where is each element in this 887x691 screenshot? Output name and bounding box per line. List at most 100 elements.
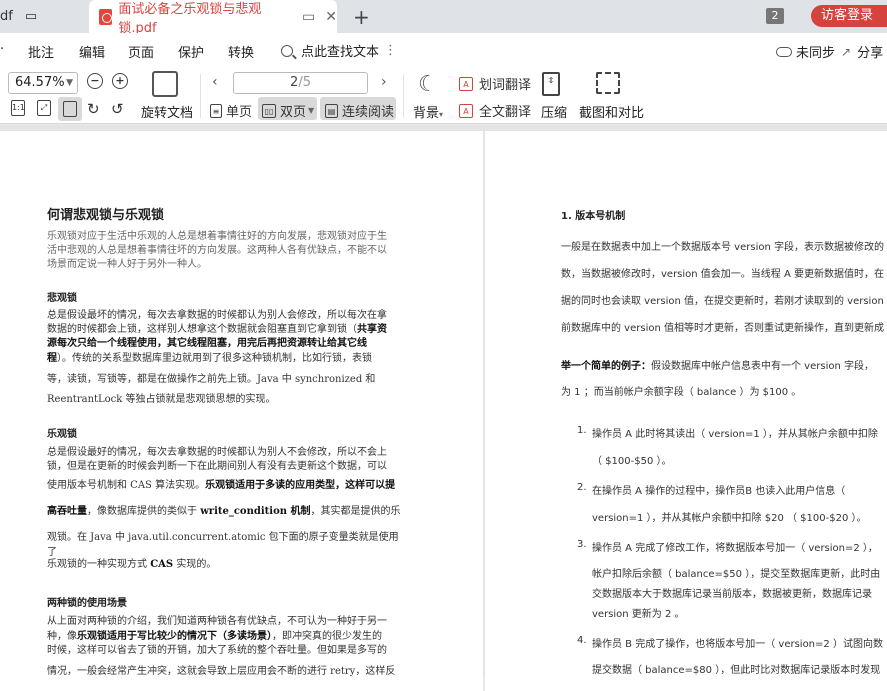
intro-line: 活中悲观的人总是想着事情往坏的方向发展。这两种人各有优缺点，不能不以 (47, 245, 387, 256)
double-page-control[interactable]: ▯▯ 双页 ▼ (262, 101, 314, 120)
list-number: 3. (577, 539, 587, 550)
fit-page-button[interactable]: ⤢ (37, 100, 51, 116)
page-total: /5 (298, 75, 311, 90)
paragraph-line: 总是假设最坏的情况，每次去拿数据的时候都认为别人会修改，所以每次在拿 (47, 310, 387, 321)
menu-item-edit[interactable]: 编辑 (79, 42, 105, 61)
paragraph-line: 等，读锁，写锁等，都是在做操作之前先上锁。Java 中 synchronized… (47, 374, 376, 385)
full-translate-icon: A (459, 103, 473, 118)
bold-text: 程 (47, 353, 57, 364)
background-button[interactable]: ☾ (418, 72, 438, 97)
share-icon[interactable]: ↗ (841, 45, 851, 59)
background-label[interactable]: 背景▾ (413, 102, 443, 121)
section-heading-version: 1. 版本号机制 (561, 211, 626, 222)
share-label[interactable]: 分享 (857, 42, 883, 61)
bold-text: write_condition 机制 (200, 506, 311, 517)
word-translate-button[interactable]: A 划词翻译 (459, 74, 531, 93)
document-viewport[interactable]: 何谓悲观锁与乐观锁 乐观锁对应于生活中乐观的人总是想着事情往好的方向发展，悲观锁… (0, 125, 887, 691)
paragraph-line: 数据的时候都会上锁，这样别人想拿这个数据就会阻塞直到它拿到锁（共享资 (47, 323, 407, 338)
new-tab-button[interactable]: + (353, 5, 370, 29)
rotate-document-button[interactable] (152, 71, 178, 97)
rotate-document-label[interactable]: 旋转文档 (141, 102, 193, 121)
paragraph-line: 从上面对两种锁的介绍，我们知道两种锁各有优缺点，不可认为一种好于另一 (47, 616, 387, 627)
left-page: 何谓悲观锁与乐观锁 乐观锁对应于生活中乐观的人总是想着事情往好的方向发展，悲观锁… (0, 131, 483, 691)
bold-text: 共享资 (357, 324, 387, 335)
monitor-icon[interactable]: ▭ (302, 9, 315, 25)
compress-label[interactable]: 压缩 (541, 102, 567, 121)
screenshot-icon (596, 72, 620, 94)
text: 假设数据库中帐户信息表中有一个 version 字段， (651, 361, 874, 372)
sync-label: 未同步 (796, 46, 836, 61)
full-translate-button[interactable]: A 全文翻译 (459, 101, 531, 120)
menu-item-convert[interactable]: 转换 (228, 42, 254, 61)
window-count-badge[interactable]: 2 (766, 8, 784, 24)
tab-bar: df ▭ 面试必备之乐观锁与悲观锁.pdf ▭ ✕ + 2 访客登录 (0, 0, 887, 36)
actual-size-button[interactable]: 1:1 (11, 100, 25, 116)
paragraph-line: 高吞吐量，像数据库提供的类似于 write_condition 机制，其实都是提… (47, 505, 407, 520)
sync-status[interactable]: 未同步 ↗ 分享 (776, 42, 883, 61)
menu-more-icon[interactable]: · (0, 42, 4, 57)
menu-item-page[interactable]: 页面 (128, 42, 154, 61)
bold-text: 举一个简单的例子： (561, 361, 651, 372)
prev-page-button[interactable]: ‹ (212, 74, 218, 90)
menu-item-protect[interactable]: 保护 (178, 42, 204, 61)
zoom-select[interactable]: 64.57% ▼ (8, 72, 78, 94)
close-tab-icon[interactable]: ✕ (325, 9, 337, 25)
list-line: version=1 ），并从其帐户余额中扣除 $20 （ $100-$20 ）。 (592, 513, 867, 524)
more-options-icon[interactable]: ⋮ (384, 43, 397, 58)
chevron-down-icon: ▾ (439, 110, 444, 119)
text: ）。传统的关系型数据库里边就用到了很多这种锁机制，比如行锁，表锁 (57, 353, 372, 364)
text: 种，像 (47, 631, 77, 642)
continuous-read-control[interactable]: ▤ 连续阅读 (325, 101, 394, 120)
menu-bar: · 批注 编辑 页面 保护 转换 点此查找文本 ⋮ 未同步 ↗ 分享 (0, 33, 887, 66)
paragraph-line: 数，当数据被修改时，version 值会加一。当线程 A 要更新数据值时，在 (561, 269, 885, 280)
text: ，像数据库提供的类似于 (87, 506, 201, 517)
page-number-input[interactable]: 2/5 (233, 72, 368, 94)
paragraph-line: 举一个简单的例子：假设数据库中帐户信息表中有一个 version 字段， (561, 360, 887, 374)
double-page-label: 双页 (280, 105, 307, 120)
visitor-login-label: 访客登录 (821, 8, 874, 23)
paragraph-line: 锁，但是在更新的时候会判断一下在此期间别人有没有去更新这个数据，可以 (47, 461, 387, 472)
find-text-search[interactable]: 点此查找文本 ⋮ (281, 41, 397, 60)
fit-width-button[interactable] (58, 97, 82, 121)
list-line: 操作员 B 完成了操作，也将版本号加一（ version=2 ）试图向数 (592, 639, 883, 650)
word-translate-icon: A (459, 76, 473, 91)
chevron-left-icon: ‹ (212, 74, 218, 90)
chevron-down-icon: ▼ (308, 106, 315, 115)
rotate-left-button[interactable]: ↻ (87, 100, 100, 118)
single-page-button[interactable]: ≡ 单页 (210, 101, 252, 120)
list-line: 操作员 A 此时将其读出（ version=1 ），并从其帐户余额中扣除 (592, 429, 878, 440)
zoom-out-icon: − (87, 73, 103, 89)
text: ，即冲突真的很少发生的 (272, 631, 382, 642)
text: 实现的。 (173, 559, 217, 570)
paragraph-line: 种，像乐观锁适用于写比较少的情况下（多读场景），即冲突真的很少发生的 (47, 630, 407, 645)
text: 数据的时候都会上锁，这样别人想拿这个数据就会阻塞直到它拿到锁（ (47, 324, 357, 335)
paragraph-line: 使用版本号机制和 CAS 算法实现。乐观锁适用于多读的应用类型，这样可以提 (47, 479, 427, 494)
paragraph-line: 总是假设最好的情况，每次去拿数据的时候都认为别人不会修改，所以不会上 (47, 447, 387, 458)
compress-button[interactable]: ⇕ (542, 72, 560, 96)
zoom-in-button[interactable]: + (112, 73, 128, 89)
screenshot-compare-label[interactable]: 截图和对比 (579, 102, 644, 121)
rotate-document-icon (152, 71, 178, 97)
list-number: 2. (577, 482, 587, 493)
zoom-out-button[interactable]: − (87, 73, 103, 89)
continuous-read-label: 连续阅读 (342, 105, 395, 120)
rotate-right-icon: ↺ (111, 100, 124, 118)
list-line: （ $100-$50 ）。 (592, 456, 672, 467)
bold-text: CAS (150, 559, 174, 570)
tab-previous-title: df (0, 9, 13, 24)
menu-item-annotate[interactable]: 批注 (28, 42, 54, 61)
list-line: 帐户扣除后余额（ balance=$50 ），提交至数据库更新，此时由 (592, 569, 881, 580)
list-line: 交数据版本大于数据库记录当前版本，数据被更新，数据库记录 (592, 589, 872, 600)
next-page-button[interactable]: › (381, 74, 387, 90)
paragraph-line: 时候，这样可以省去了锁的开销，加大了系统的整个吞吐量。但如果是多写的 (47, 645, 387, 656)
tab-current-document[interactable]: 面试必备之乐观锁与悲观锁.pdf ▭ ✕ (89, 0, 337, 36)
word-translate-label: 划词翻译 (479, 78, 532, 93)
full-translate-label: 全文翻译 (479, 105, 532, 120)
screenshot-compare-button[interactable] (596, 72, 620, 94)
rotate-right-button[interactable]: ↺ (111, 100, 124, 118)
list-line: version 更新为 2 。 (592, 609, 685, 620)
visitor-login-button[interactable]: 访客登录 (811, 5, 887, 27)
single-page-label: 单页 (226, 105, 253, 120)
tab-previous-document[interactable]: df ▭ (0, 0, 88, 33)
list-line: 提交数据（ balance=$80 ），但此时比对数据库记录版本时发现 (592, 665, 881, 676)
